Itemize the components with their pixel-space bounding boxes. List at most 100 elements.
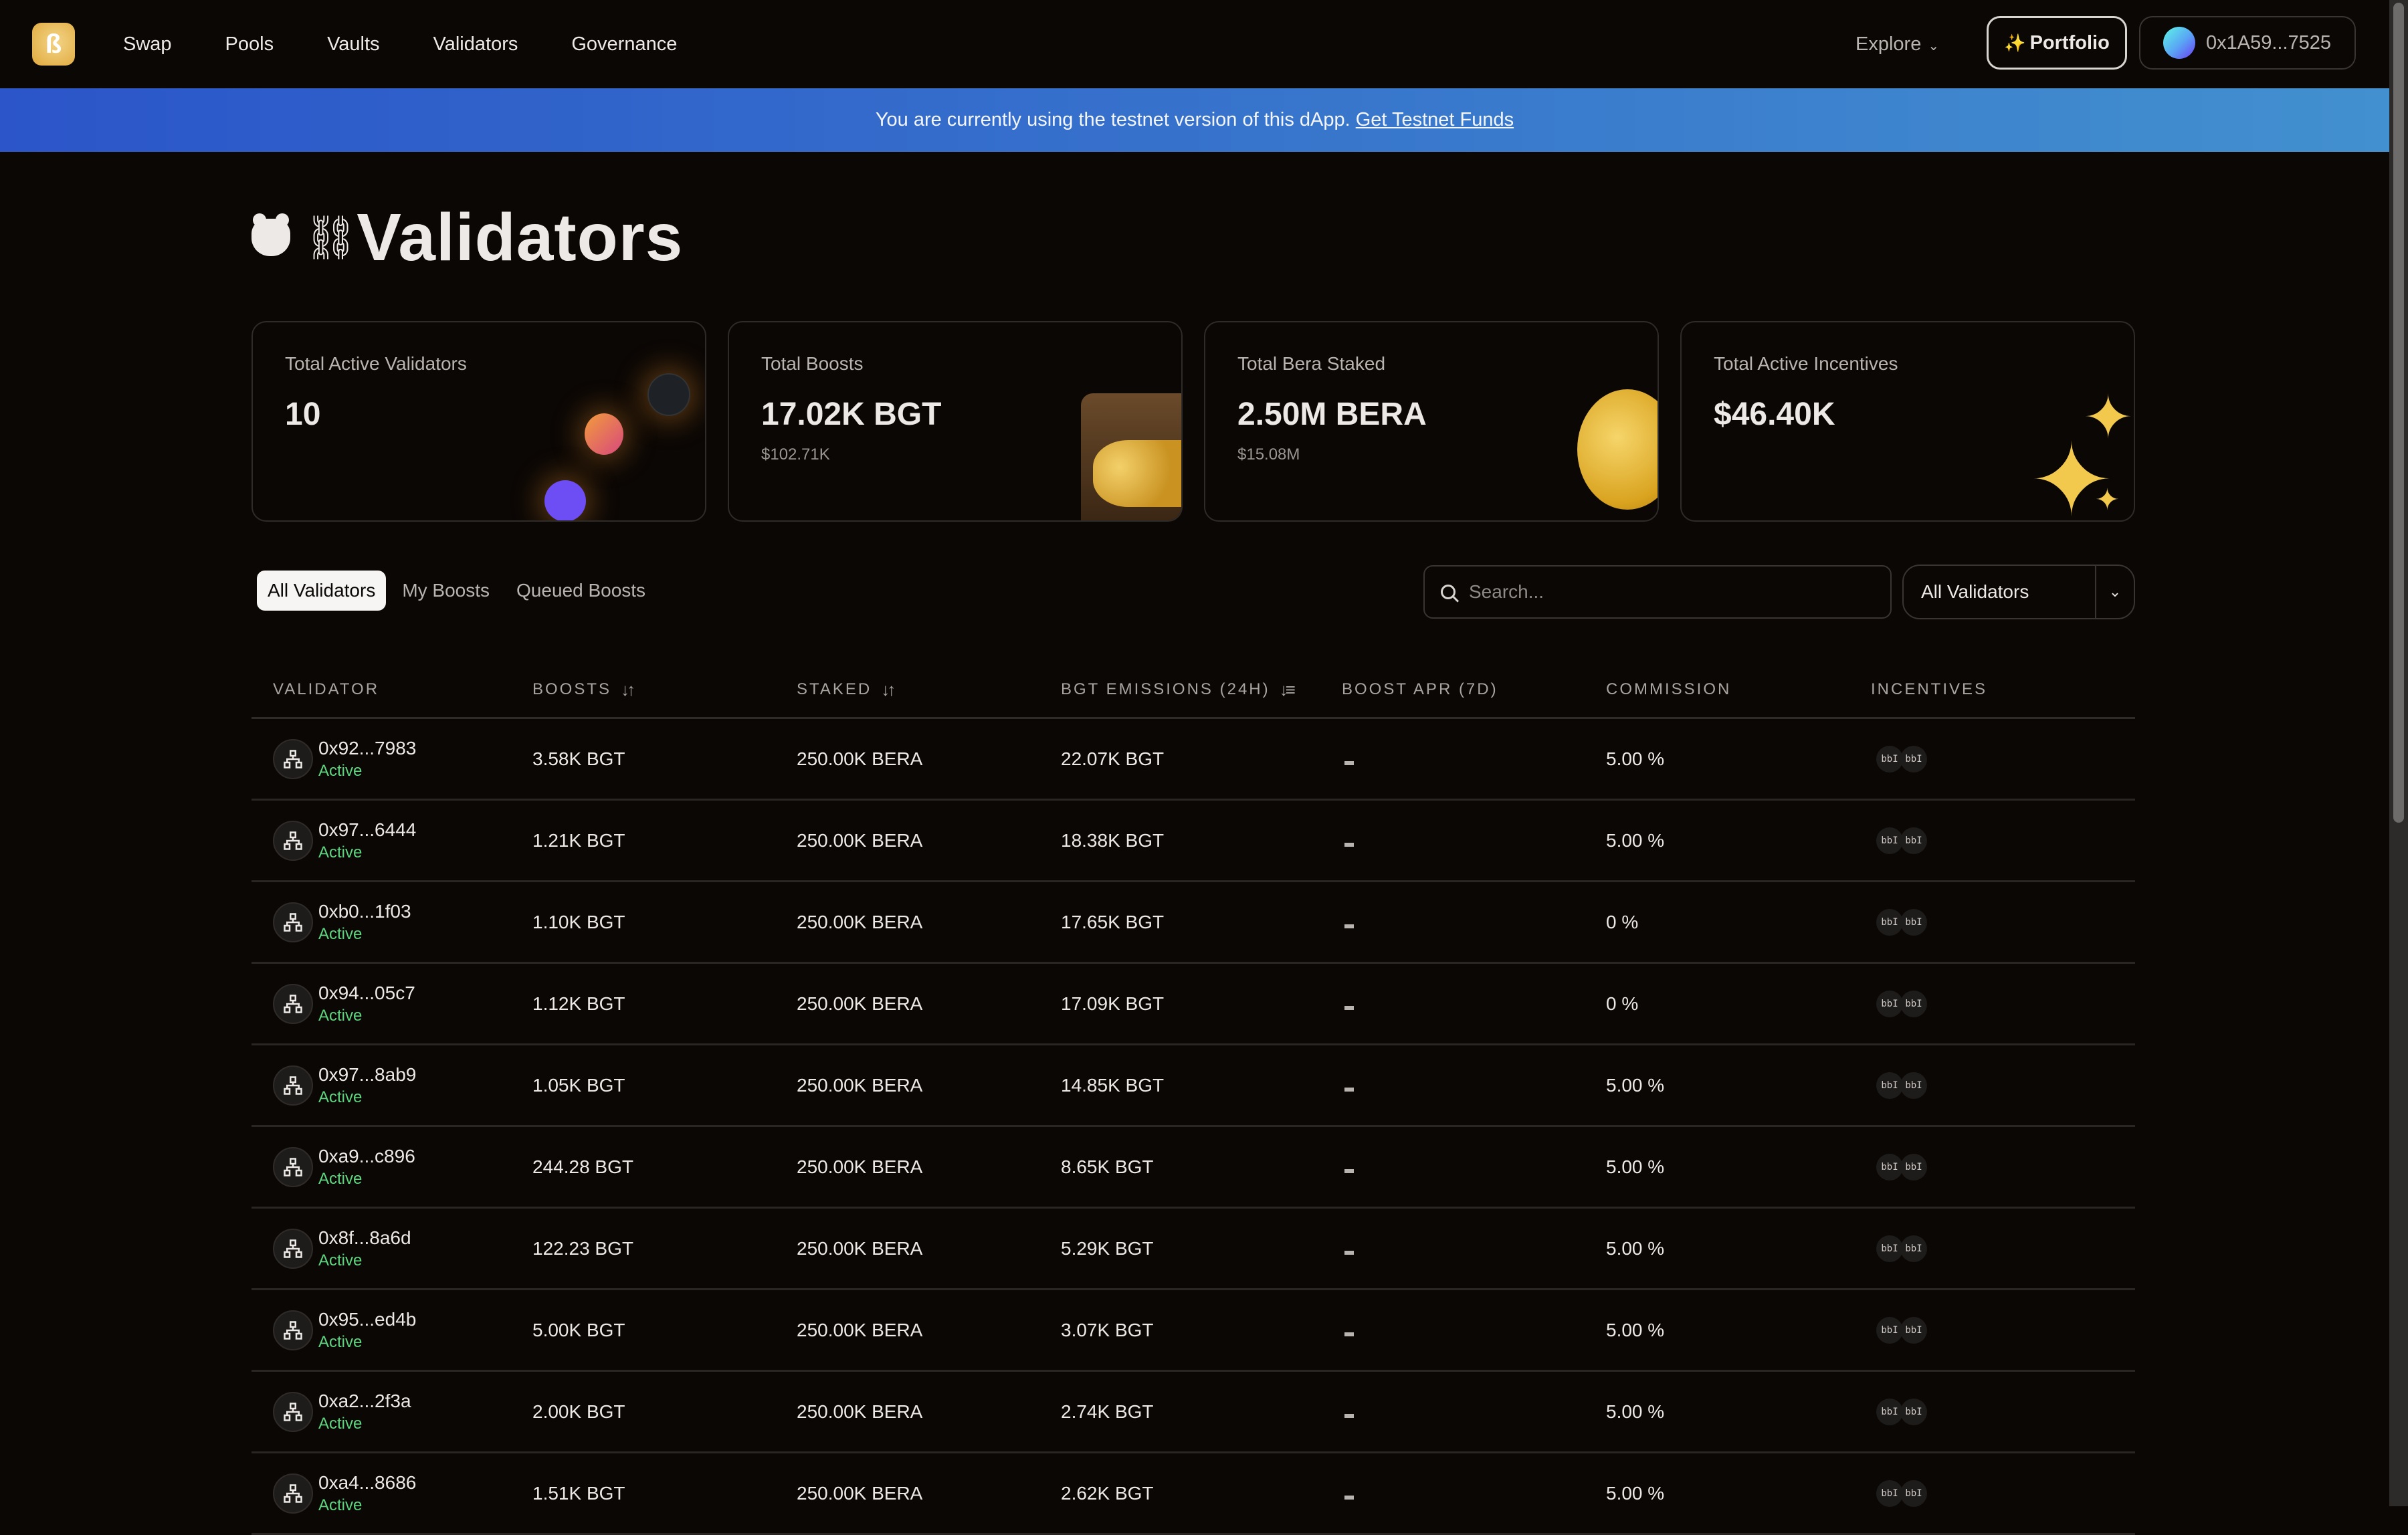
wallet-address: 0x1A59...7525: [2206, 31, 2332, 54]
commission-value: 5.00 %: [1606, 1074, 1665, 1096]
commission-value: 0 %: [1606, 911, 1639, 932]
incentive-token-icon[interactable]: bbI: [1900, 1071, 1927, 1099]
boosts-value: 1.05K BGT: [532, 1074, 625, 1096]
validator-cell: 0xa2...2f3a Active: [252, 1389, 532, 1435]
chevron-down-icon[interactable]: ⌄: [2095, 566, 2134, 618]
table-row[interactable]: 0x92...7983 Active 3.58K BGT 250.00K BER…: [252, 719, 2135, 801]
table-row[interactable]: 0x8f...8a6d Active 122.23 BGT 250.00K BE…: [252, 1209, 2135, 1290]
logo-icon[interactable]: ß: [32, 23, 75, 66]
incentive-token-icon[interactable]: bbI: [1900, 1398, 1927, 1425]
incentive-token-icon[interactable]: bbI: [1900, 1235, 1927, 1262]
col-bgt-emissions[interactable]: BGT EMISSIONS (24H) ↓≡: [1061, 680, 1342, 700]
validator-address[interactable]: 0x95...ed4b: [318, 1308, 416, 1332]
boosts-value: 1.51K BGT: [532, 1482, 625, 1504]
validator-cell: 0x94...05c7 Active: [252, 981, 532, 1027]
nav-validators[interactable]: Validators: [433, 29, 518, 59]
validator-filter-select[interactable]: All Validators ⌄: [1902, 565, 2135, 619]
emissions-value: 8.65K BGT: [1061, 1156, 1154, 1177]
portfolio-button[interactable]: ✨ Portfolio: [1987, 16, 2127, 70]
validator-network-icon: [273, 1228, 313, 1269]
apr-dash: [1344, 1332, 1354, 1336]
explore-menu[interactable]: Explore ⌄: [1855, 29, 1939, 61]
incentive-token-icon[interactable]: bbI: [1900, 990, 1927, 1017]
validator-address[interactable]: 0x8f...8a6d: [318, 1226, 411, 1250]
incentive-token-icon[interactable]: bbI: [1876, 1316, 1903, 1344]
table-row[interactable]: 0xa9...c896 Active 244.28 BGT 250.00K BE…: [252, 1127, 2135, 1209]
stats-cards: Total Active Validators 10 Total Boosts …: [252, 321, 2135, 522]
table-row[interactable]: 0x97...8ab9 Active 1.05K BGT 250.00K BER…: [252, 1045, 2135, 1127]
validator-cell: 0xa4...8686 Active: [252, 1471, 532, 1516]
nav-pools[interactable]: Pools: [225, 29, 274, 59]
incentive-token-icon[interactable]: bbI: [1876, 908, 1903, 936]
incentive-token-icon[interactable]: bbI: [1876, 1153, 1903, 1181]
boosts-value: 244.28 BGT: [532, 1156, 633, 1177]
incentive-token-icon[interactable]: bbI: [1876, 745, 1903, 773]
banner-text: You are currently using the testnet vers…: [875, 109, 1350, 130]
incentive-token-icon[interactable]: bbI: [1900, 908, 1927, 936]
scrollbar-thumb[interactable]: [2393, 3, 2404, 823]
nav-governance[interactable]: Governance: [571, 29, 677, 59]
incentive-token-icon[interactable]: bbI: [1876, 1235, 1903, 1262]
validator-cell: 0x97...6444 Active: [252, 818, 532, 863]
col-label: STAKED: [797, 680, 872, 698]
incentive-token-icon[interactable]: bbI: [1900, 1153, 1927, 1181]
boost-apr-value: [1342, 993, 1606, 1015]
table-row[interactable]: 0x94...05c7 Active 1.12K BGT 250.00K BER…: [252, 964, 2135, 1045]
validator-address[interactable]: 0xa4...8686: [318, 1471, 416, 1495]
validator-address[interactable]: 0xb0...1f03: [318, 900, 411, 924]
col-boost-apr: BOOST APR (7D): [1342, 680, 1606, 699]
table-row[interactable]: 0xa2...2f3a Active 2.00K BGT 250.00K BER…: [252, 1372, 2135, 1453]
incentive-token-icon[interactable]: bbI: [1876, 1398, 1903, 1425]
search-box: [1423, 565, 1892, 619]
incentive-token-icon[interactable]: bbI: [1876, 990, 1903, 1017]
col-boosts[interactable]: BOOSTS ↓↑: [532, 680, 797, 700]
incentive-token-icon[interactable]: bbI: [1900, 745, 1927, 773]
incentive-token-icon[interactable]: bbI: [1876, 827, 1903, 854]
staked-value: 250.00K BERA: [797, 748, 923, 769]
col-staked[interactable]: STAKED ↓↑: [797, 680, 1061, 700]
validator-network-icon: [273, 902, 313, 942]
nav-vaults[interactable]: Vaults: [327, 29, 379, 59]
table-row[interactable]: 0x95...ed4b Active 5.00K BGT 250.00K BER…: [252, 1290, 2135, 1372]
boost-apr-value: [1342, 1401, 1606, 1423]
sort-icon[interactable]: ↓↑: [881, 680, 896, 700]
incentive-token-icon[interactable]: bbI: [1876, 1479, 1903, 1507]
validator-address[interactable]: 0x94...05c7: [318, 981, 415, 1005]
incentive-token-icon[interactable]: bbI: [1900, 827, 1927, 854]
card-label: Total Boosts: [761, 353, 864, 374]
validator-address[interactable]: 0x92...7983: [318, 736, 416, 760]
table-row[interactable]: 0xa4...8686 Active 1.51K BGT 250.00K BER…: [252, 1453, 2135, 1535]
table-row[interactable]: 0xb0...1f03 Active 1.10K BGT 250.00K BER…: [252, 882, 2135, 964]
search-input[interactable]: [1468, 581, 1872, 603]
tab-queued-boosts[interactable]: Queued Boosts: [506, 571, 656, 611]
sparkle-icon: ✨: [2004, 32, 2026, 53]
validator-network-icon: [273, 1065, 313, 1106]
nav-swap[interactable]: Swap: [123, 29, 172, 59]
boost-apr-value: [1342, 1320, 1606, 1341]
incentive-token-icon[interactable]: bbI: [1900, 1316, 1927, 1344]
status-badge: Active: [318, 924, 363, 943]
validator-address[interactable]: 0xa2...2f3a: [318, 1389, 411, 1413]
incentive-tokens: bbI bbI: [1871, 1235, 2135, 1262]
emissions-value: 18.38K BGT: [1061, 829, 1165, 851]
incentive-token-icon[interactable]: bbI: [1900, 1479, 1927, 1507]
emissions-value: 2.74K BGT: [1061, 1401, 1154, 1422]
sort-desc-icon[interactable]: ↓≡: [1280, 680, 1296, 700]
validator-cell: 0x97...8ab9 Active: [252, 1063, 532, 1108]
page-scrollbar[interactable]: [2389, 0, 2408, 1506]
status-badge: Active: [318, 1088, 363, 1106]
wallet-button[interactable]: 0x1A59...7525: [2139, 16, 2356, 70]
sort-icon[interactable]: ↓↑: [621, 680, 635, 700]
validator-address[interactable]: 0xa9...c896: [318, 1144, 415, 1168]
commission-value: 5.00 %: [1606, 1237, 1665, 1259]
commission-value: 5.00 %: [1606, 1156, 1665, 1177]
validator-address[interactable]: 0x97...6444: [318, 818, 416, 842]
boost-apr-value: [1342, 1075, 1606, 1096]
table-row[interactable]: 0x97...6444 Active 1.21K BGT 250.00K BER…: [252, 801, 2135, 882]
validator-cell: 0x95...ed4b Active: [252, 1308, 532, 1353]
tab-all-validators[interactable]: All Validators: [257, 571, 387, 611]
tab-my-boosts[interactable]: My Boosts: [391, 571, 500, 611]
get-testnet-funds-link[interactable]: Get Testnet Funds: [1356, 109, 1514, 131]
incentive-token-icon[interactable]: bbI: [1876, 1071, 1903, 1099]
validator-address[interactable]: 0x97...8ab9: [318, 1063, 416, 1087]
